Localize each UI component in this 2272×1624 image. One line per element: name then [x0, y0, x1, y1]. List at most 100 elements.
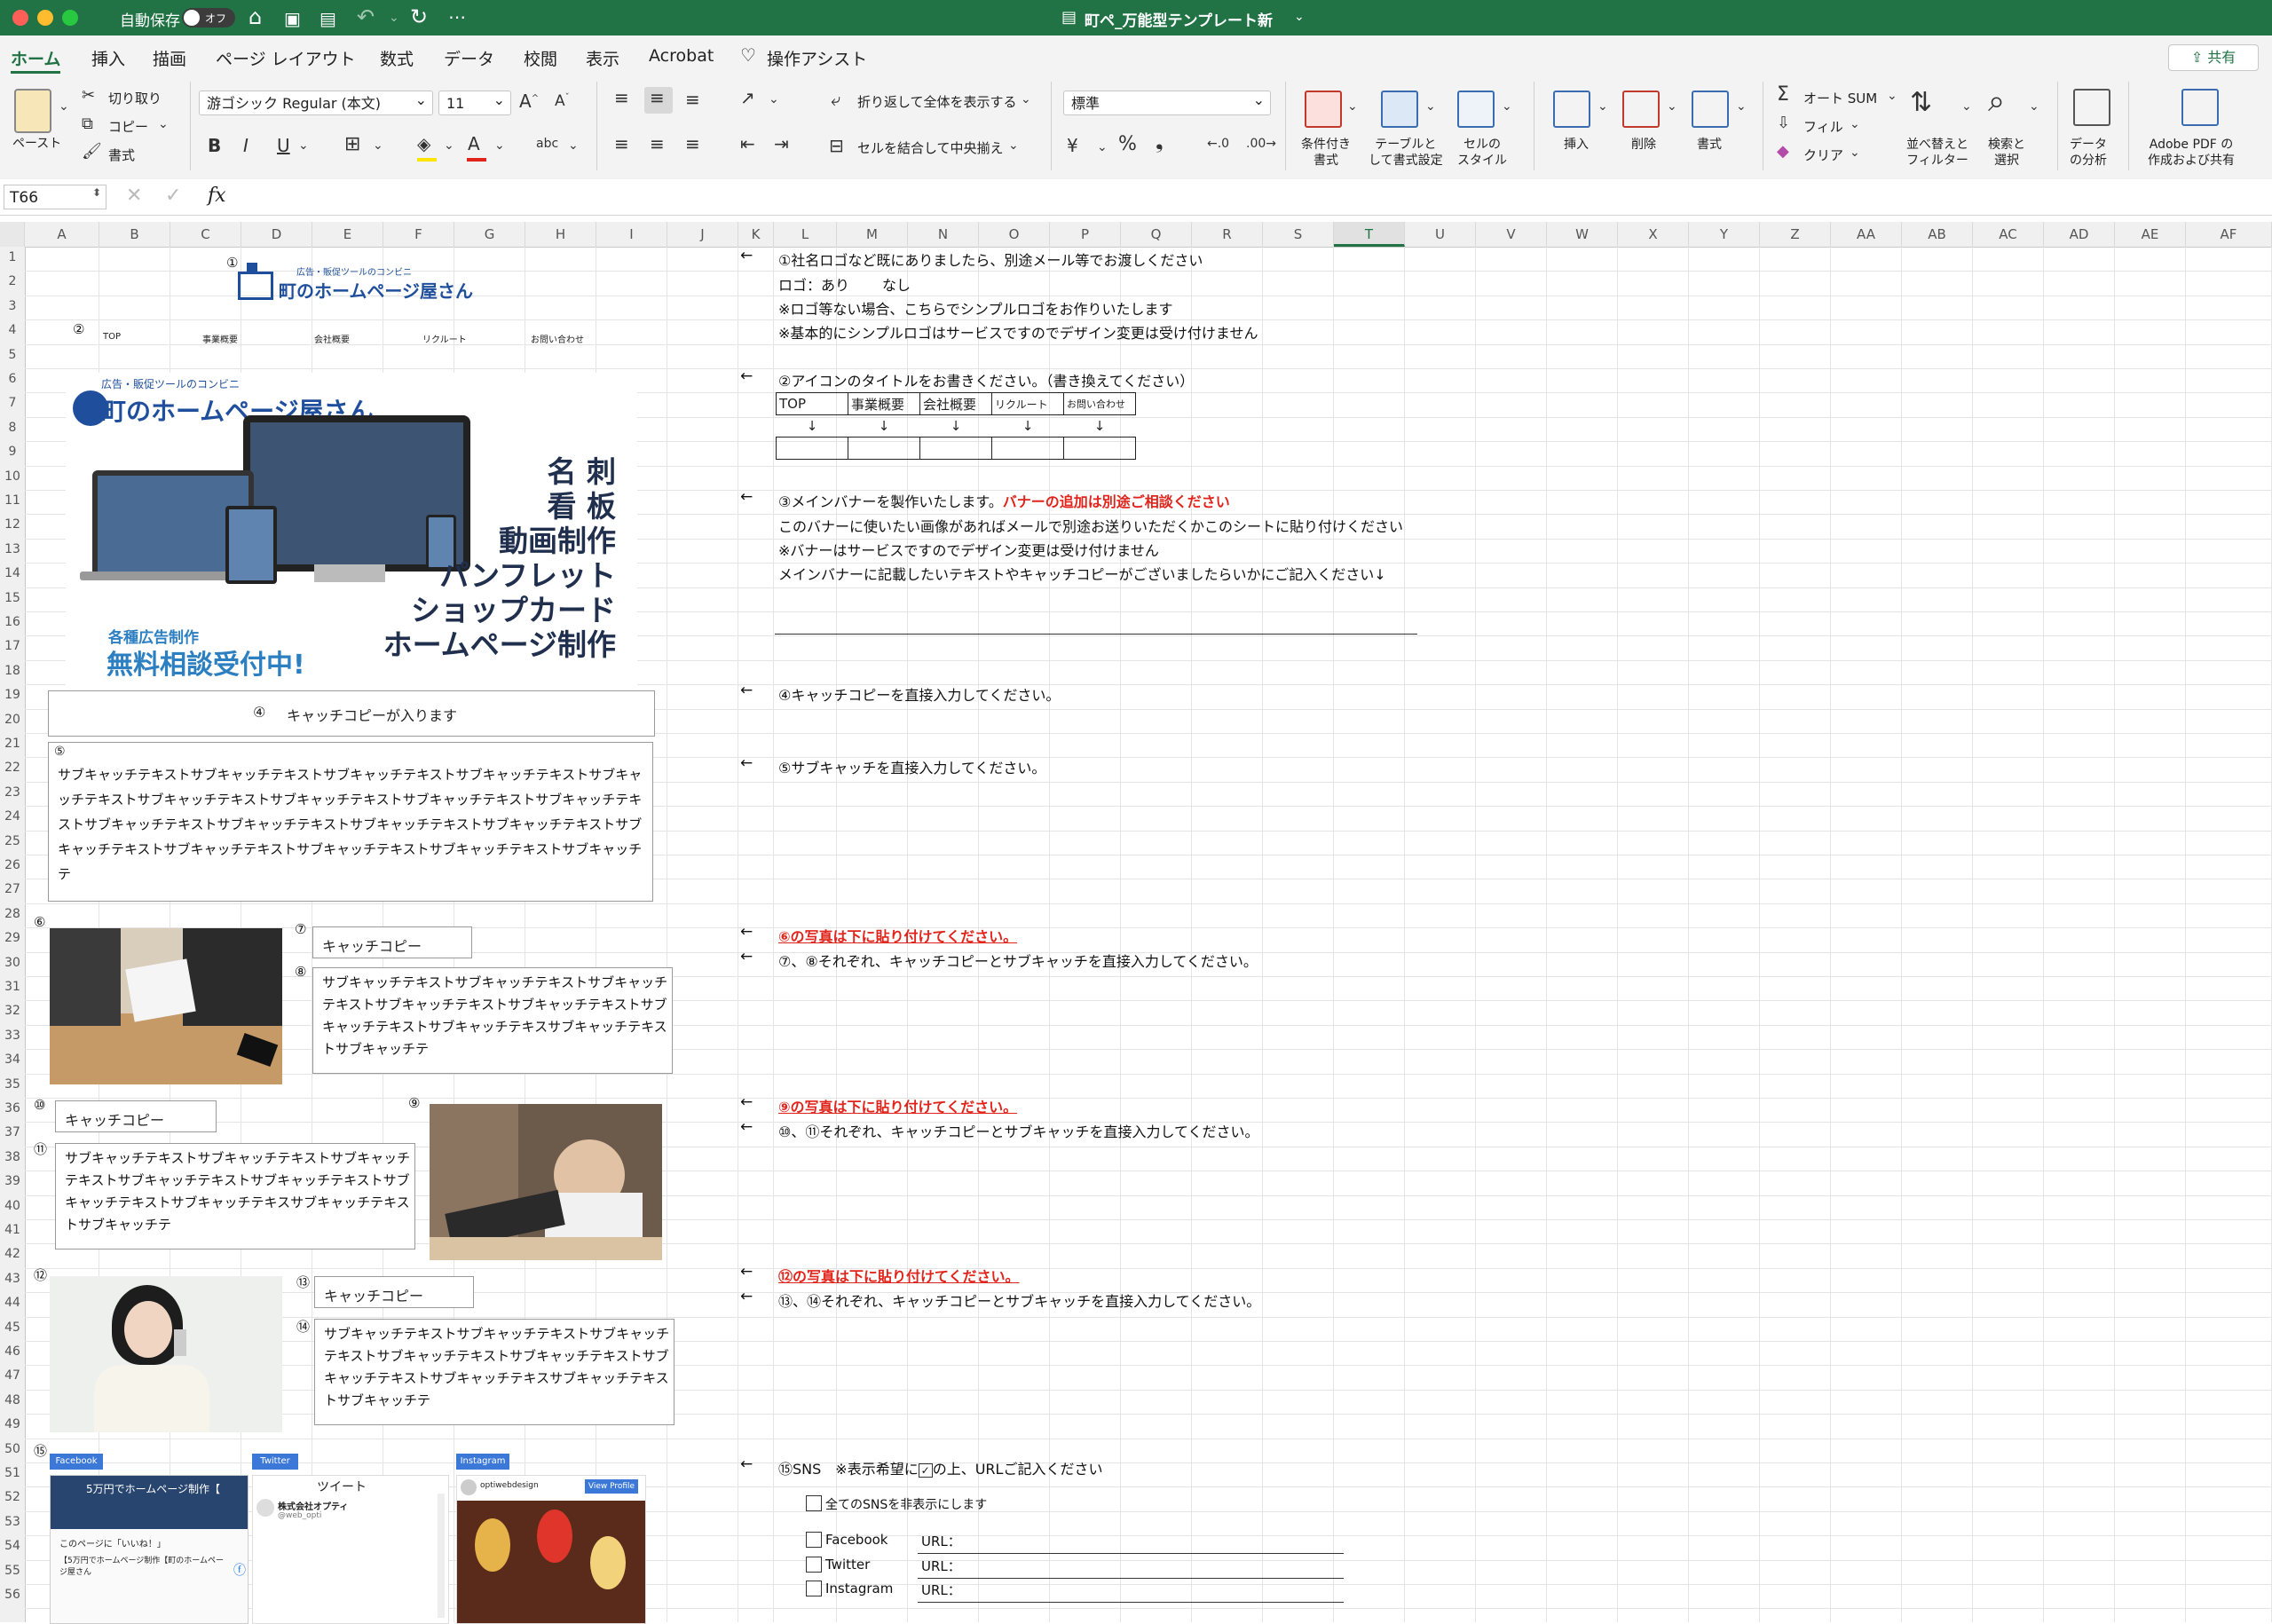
fill-dropdown-icon[interactable]: ⌄ — [1850, 117, 1860, 131]
row-header-49[interactable]: 49 — [0, 1417, 25, 1431]
sub-catch-box[interactable]: ⑤ サブキャッチテキストサブキャッチテキストサブキャッチテキストサブキャッチテキ… — [48, 742, 653, 902]
clear-dropdown-icon[interactable]: ⌄ — [1850, 146, 1860, 160]
row-header-8[interactable]: 8 — [0, 421, 25, 435]
row-header-56[interactable]: 56 — [0, 1588, 25, 1602]
row-header-54[interactable]: 54 — [0, 1539, 25, 1553]
column-header-g[interactable]: G — [454, 222, 525, 247]
undo-dropdown-icon[interactable]: ⌄ — [389, 11, 399, 25]
column-header-ae[interactable]: AE — [2115, 222, 2186, 247]
row-header-6[interactable]: 6 — [0, 372, 25, 386]
column-header-d[interactable]: D — [241, 222, 312, 247]
sns-hide-all-checkbox[interactable] — [806, 1495, 822, 1511]
merge-dropdown-icon[interactable]: ⌄ — [1008, 138, 1019, 153]
column-header-m[interactable]: M — [837, 222, 908, 247]
column-header-u[interactable]: U — [1405, 222, 1476, 247]
tab-tell-me[interactable]: 操作アシスト — [767, 46, 867, 70]
underline-dropdown-icon[interactable]: ⌄ — [298, 138, 309, 153]
delete-cells-label[interactable]: 削除 — [1631, 137, 1656, 153]
conditional-format-icon[interactable] — [1305, 91, 1342, 128]
row-header-3[interactable]: 3 — [0, 299, 25, 313]
column-header-q[interactable]: Q — [1121, 222, 1192, 247]
zoom-window-button[interactable] — [62, 10, 78, 26]
column-header-ab[interactable]: AB — [1902, 222, 1973, 247]
row-header-35[interactable]: 35 — [0, 1077, 25, 1092]
name-box-stepper-icon[interactable]: ⬍ — [92, 186, 101, 199]
row-header-38[interactable]: 38 — [0, 1150, 25, 1164]
font-color-dropdown-icon[interactable]: ⌄ — [494, 138, 505, 153]
orientation-dropdown-icon[interactable]: ⌄ — [769, 92, 779, 106]
tab-review[interactable]: 校閲 — [524, 46, 557, 70]
column-header-f[interactable]: F — [383, 222, 454, 247]
column-header-v[interactable]: V — [1476, 222, 1547, 247]
scissors-icon[interactable]: ✂ — [82, 86, 95, 105]
tab-data[interactable]: データ — [444, 46, 494, 70]
borders-dropdown-icon[interactable]: ⌄ — [373, 138, 383, 153]
delete-cells-icon[interactable] — [1622, 91, 1660, 128]
formula-input[interactable] — [240, 179, 2272, 215]
title-dropdown-icon[interactable]: ⌄ — [1294, 10, 1305, 24]
column-header-i[interactable]: I — [596, 222, 667, 247]
row-header-36[interactable]: 36 — [0, 1101, 25, 1116]
analyze-data-label[interactable]: データ の分析 — [2070, 137, 2107, 169]
autosum-button[interactable]: オート SUM — [1803, 89, 1877, 107]
number-format-select[interactable]: 標準 — [1063, 88, 1271, 115]
sub-catch-box-8[interactable]: サブキャッチテキストサブキャッチテキストサブキャッチテキストサブキャッチテキスト… — [312, 967, 673, 1074]
column-header-a[interactable]: A — [25, 222, 99, 247]
row-header-1[interactable]: 1 — [0, 250, 25, 264]
column-header-c[interactable]: C — [170, 222, 241, 247]
row-header-4[interactable]: 4 — [0, 323, 25, 337]
row-header-12[interactable]: 12 — [0, 517, 25, 532]
format-as-table-label[interactable]: テーブルと して書式設定 — [1369, 137, 1443, 169]
column-header-ad[interactable]: AD — [2044, 222, 2115, 247]
nav-title-table[interactable]: TOP 事業概要 会社概要 リクルート お問い合わせ ↓ ↓ ↓ ↓ ↓ — [776, 392, 1136, 460]
borders-icon[interactable]: ⊞ — [344, 133, 360, 155]
font-color-icon[interactable]: A — [468, 133, 480, 154]
tab-page-layout[interactable]: ページ レイアウト — [216, 46, 356, 70]
underline-icon[interactable]: U — [277, 135, 290, 156]
wrap-text-dropdown-icon[interactable]: ⌄ — [1021, 92, 1031, 106]
twitter-checkbox[interactable] — [806, 1557, 822, 1573]
cell-styles-dropdown-icon[interactable]: ⌄ — [1502, 99, 1512, 114]
row-header-48[interactable]: 48 — [0, 1393, 25, 1407]
wrap-text-icon[interactable]: ⤶ — [831, 89, 840, 110]
fill-icon[interactable]: ⇩ — [1777, 114, 1790, 132]
row-header-25[interactable]: 25 — [0, 834, 25, 848]
paste-label[interactable]: ペースト — [12, 136, 61, 152]
insert-cells-icon[interactable] — [1553, 91, 1590, 128]
nav-title-cell[interactable]: 事業概要 — [848, 392, 920, 415]
select-all-corner[interactable] — [0, 222, 25, 247]
column-header-aa[interactable]: AA — [1831, 222, 1902, 247]
instagram-url-input[interactable] — [918, 1602, 1344, 1603]
merge-center-button[interactable]: セルを結合して中央揃え — [857, 138, 1004, 157]
row-header-32[interactable]: 32 — [0, 1004, 25, 1018]
nav-title-input[interactable] — [1063, 437, 1136, 460]
row-header-15[interactable]: 15 — [0, 591, 25, 605]
tab-home[interactable]: ホーム — [11, 46, 60, 70]
column-header-s[interactable]: S — [1263, 222, 1334, 247]
tab-formulas[interactable]: 数式 — [380, 46, 414, 70]
copy-dropdown-icon[interactable]: ⌄ — [158, 117, 169, 131]
adobe-pdf-icon[interactable] — [2181, 89, 2219, 126]
note-1-none[interactable]: なし — [882, 273, 911, 295]
increase-indent-icon[interactable]: ⇥ — [774, 133, 789, 154]
tw-scrollbar[interactable] — [438, 1494, 445, 1618]
sort-filter-dropdown-icon[interactable]: ⌄ — [1961, 99, 1972, 114]
row-header-20[interactable]: 20 — [0, 713, 25, 727]
sort-filter-icon[interactable]: ⇅ — [1910, 87, 1932, 118]
row-header-28[interactable]: 28 — [0, 907, 25, 921]
find-select-dropdown-icon[interactable]: ⌄ — [2029, 99, 2039, 114]
format-painter-icon[interactable]: 🖌 — [82, 142, 102, 161]
row-header-27[interactable]: 27 — [0, 882, 25, 896]
format-as-table-dropdown-icon[interactable]: ⌄ — [1425, 99, 1436, 114]
currency-dropdown-icon[interactable]: ⌄ — [1097, 140, 1108, 154]
row-header-5[interactable]: 5 — [0, 348, 25, 362]
cancel-icon[interactable]: ✕ — [126, 185, 142, 207]
note-1-logo[interactable]: ロゴ：あり — [778, 273, 849, 295]
save-icon[interactable]: ▣ — [284, 8, 301, 29]
row-header-11[interactable]: 11 — [0, 493, 25, 508]
tab-view[interactable]: 表示 — [586, 46, 619, 70]
orientation-icon[interactable]: ↗ — [740, 87, 755, 108]
row-header-14[interactable]: 14 — [0, 566, 25, 580]
facebook-checkbox[interactable] — [806, 1532, 822, 1548]
row-header-13[interactable]: 13 — [0, 542, 25, 556]
